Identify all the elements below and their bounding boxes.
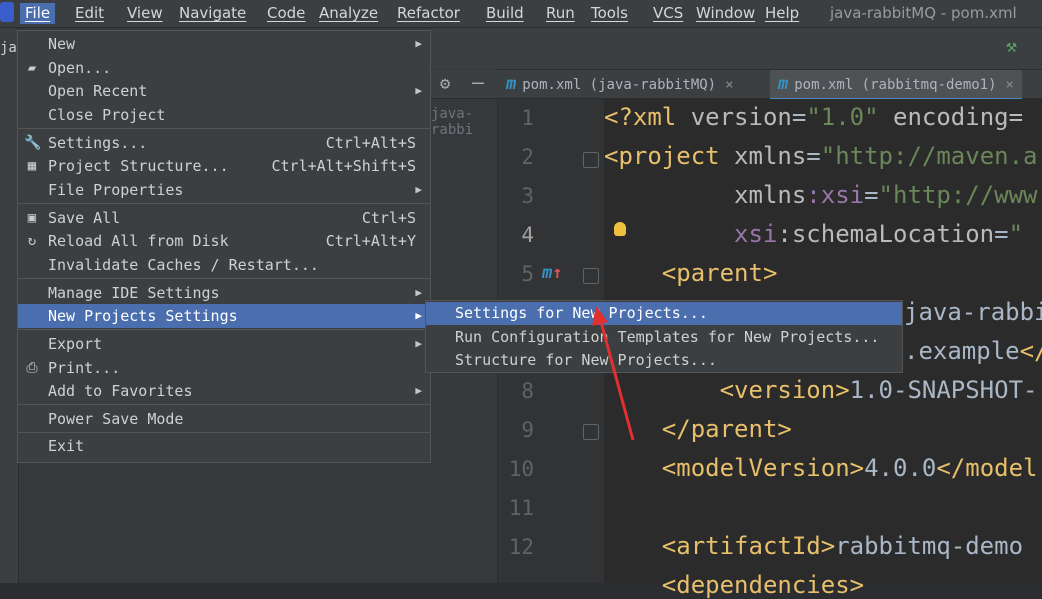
annotation-arrow-head [592,306,608,326]
annotation-arrow-shaft [599,321,635,441]
annotation-arrow [592,306,635,441]
